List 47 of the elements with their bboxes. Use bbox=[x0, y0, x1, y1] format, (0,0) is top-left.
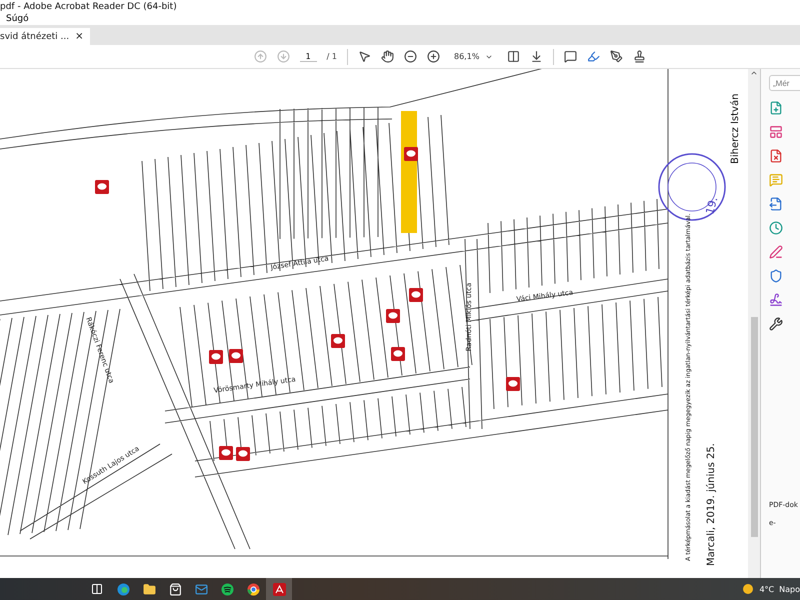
wrench-icon[interactable] bbox=[769, 317, 783, 331]
comment-icon[interactable] bbox=[564, 50, 578, 63]
scroll-up-icon[interactable] bbox=[750, 69, 758, 77]
file-x-icon[interactable] bbox=[769, 149, 783, 163]
pen-icon[interactable] bbox=[769, 245, 783, 259]
sun-icon bbox=[743, 584, 754, 594]
weather-label: Napo bbox=[779, 584, 800, 594]
pointer-icon[interactable] bbox=[358, 50, 371, 63]
temperature: 4°C bbox=[759, 584, 774, 594]
shield-icon[interactable] bbox=[769, 269, 783, 283]
comment-icon[interactable] bbox=[391, 347, 405, 361]
comment-icon[interactable] bbox=[209, 350, 223, 364]
comment-icon[interactable] bbox=[409, 288, 423, 302]
close-tab-button[interactable]: × bbox=[75, 31, 84, 42]
pdf-reader-icon[interactable] bbox=[266, 578, 292, 600]
hand-icon[interactable] bbox=[381, 50, 394, 63]
comment-icon[interactable] bbox=[506, 377, 520, 391]
page-fit-icon[interactable] bbox=[507, 50, 520, 63]
scroll-mode-icon[interactable] bbox=[530, 50, 544, 63]
layout-icon[interactable] bbox=[769, 125, 783, 139]
stamp-icon[interactable] bbox=[633, 50, 646, 63]
search-field[interactable]: „Mér bbox=[769, 75, 800, 91]
window-title: pdf - Adobe Acrobat Reader DC (64-bit) bbox=[0, 2, 177, 12]
scrollbar[interactable] bbox=[748, 69, 760, 578]
comment-icon[interactable] bbox=[404, 147, 418, 161]
page-number-field[interactable]: 1 bbox=[300, 52, 317, 62]
clock-icon[interactable] bbox=[769, 221, 783, 235]
file-plus-icon[interactable] bbox=[769, 101, 783, 115]
zoom-dropdown[interactable]: 86,1% bbox=[450, 52, 498, 61]
menu-item[interactable]: Súgó bbox=[6, 14, 29, 24]
date-text: Marcali, 2019. június 25. bbox=[706, 443, 717, 566]
highlighter-icon[interactable] bbox=[587, 50, 600, 63]
signature-icon[interactable] bbox=[769, 293, 783, 307]
zoom-out-icon[interactable] bbox=[404, 50, 417, 63]
comment-icon[interactable] bbox=[229, 349, 243, 363]
document-tab[interactable]: svid átnézeti ... × bbox=[0, 28, 90, 45]
comment-icon[interactable] bbox=[386, 309, 400, 323]
stamp-number: 19. bbox=[703, 196, 720, 216]
comment-icon[interactable] bbox=[95, 180, 109, 194]
file-export-icon[interactable] bbox=[769, 197, 783, 211]
comment-icon[interactable] bbox=[331, 334, 345, 348]
page-count: / 1 bbox=[326, 52, 337, 61]
comment-icon[interactable] bbox=[219, 446, 233, 460]
zoom-in-icon[interactable] bbox=[427, 50, 440, 63]
comment-icon[interactable] bbox=[236, 447, 250, 461]
signature-name: Bihercz István bbox=[730, 94, 741, 164]
pen-icon[interactable] bbox=[610, 50, 624, 63]
